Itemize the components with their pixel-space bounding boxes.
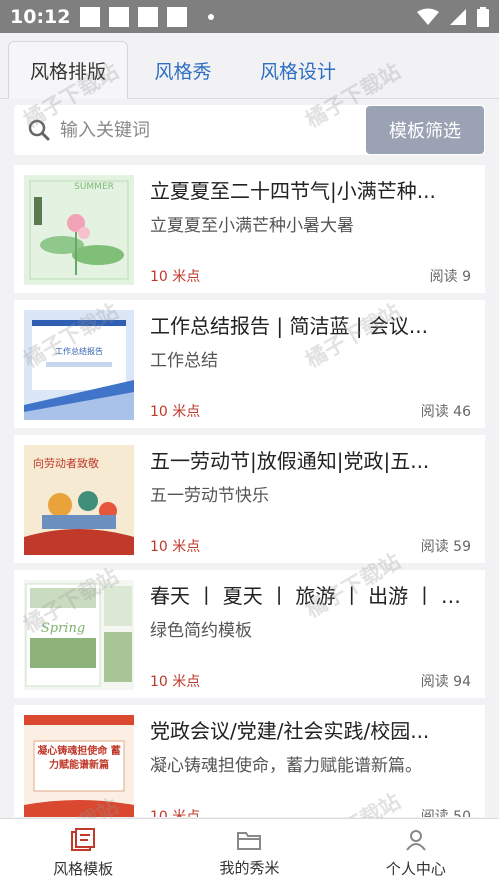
tab-bar: 风格排版 风格秀 风格设计: [0, 33, 499, 99]
search-bar: 模板筛选: [14, 105, 485, 155]
thumbnail-text: 工作总结报告: [55, 346, 103, 356]
list-item[interactable]: 凝心铸魂担使命 蓄力赋能谱新篇 党政会议/党建/社会实践/校园... 凝心铸魂担…: [14, 705, 485, 817]
tab-style-show[interactable]: 风格秀: [140, 41, 226, 99]
nav-personal-center[interactable]: 个人中心: [333, 819, 499, 888]
template-price: 10 米点: [150, 674, 201, 690]
more-notifications-icon: [208, 13, 215, 20]
battery-icon: [477, 6, 489, 27]
template-read-count: 阅读 50: [420, 809, 471, 817]
search-icon: [28, 119, 50, 141]
nav-label: 个人中心: [385, 860, 446, 878]
template-title: 五一劳动节|放假通知|党政|五...: [150, 449, 430, 473]
template-thumbnail: 凝心铸魂担使命 蓄力赋能谱新篇: [24, 715, 134, 817]
template-price: 10 米点: [150, 269, 201, 285]
tab-style-design[interactable]: 风格设计: [248, 41, 348, 99]
nav-my-xiumi[interactable]: 我的秀米: [166, 819, 332, 888]
status-time: 10:12: [10, 5, 71, 28]
nav-style-templates[interactable]: 风格模板: [0, 819, 166, 888]
template-read-count: 阅读 46: [420, 404, 471, 420]
bottom-nav: 风格模板 我的秀米 个人中心: [0, 818, 499, 888]
template-title: 春天 丨 夏天 丨 旅游 丨 出游 丨 简...: [150, 584, 476, 608]
template-thumbnail: 工作总结报告: [24, 310, 134, 420]
notification-icon: [109, 6, 130, 27]
template-price: 10 米点: [150, 404, 201, 420]
template-read-count: 阅读 94: [420, 674, 471, 690]
template-title: 工作总结报告 | 简洁蓝 | 会议...: [150, 314, 428, 338]
search-input[interactable]: [60, 105, 360, 155]
thumbnail-text: Spring: [41, 621, 85, 636]
notification-icon: [167, 6, 188, 27]
signal-icon: [450, 8, 466, 25]
thumbnail-text: 向劳动者致敬: [33, 456, 99, 470]
template-subtitle: 五一劳动节快乐: [150, 486, 269, 506]
list-item[interactable]: 工作总结报告 工作总结报告 | 简洁蓝 | 会议... 工作总结 10 米点 阅…: [14, 300, 485, 428]
template-title: 立夏夏至二十四节气|小满芒种...: [150, 179, 436, 203]
template-price: 10 米点: [150, 539, 201, 555]
thumbnail-text: SUMMER: [74, 182, 114, 192]
template-thumbnail: 向劳动者致敬: [24, 445, 134, 555]
notification-icon: [138, 6, 159, 27]
list-item[interactable]: 向劳动者致敬 五一劳动节|放假通知|党政|五... 五一劳动节快乐 10 米点 …: [14, 435, 485, 563]
notification-icon: [80, 6, 101, 27]
template-subtitle: 立夏夏至小满芒种小暑大暑: [150, 216, 354, 236]
thumbnail-text: 凝心铸魂担使命 蓄力赋能谱新篇: [37, 746, 121, 771]
template-icon: [71, 828, 96, 851]
template-read-count: 阅读 59: [420, 539, 471, 555]
template-thumbnail: Spring: [24, 580, 134, 690]
template-title: 党政会议/党建/社会实践/校园...: [150, 719, 430, 743]
wifi-icon: [417, 8, 439, 25]
template-price: 10 米点: [150, 809, 201, 817]
nav-label: 我的秀米: [219, 859, 280, 877]
status-bar: 10:12: [0, 0, 499, 33]
template-read-count: 阅读 9: [429, 269, 471, 285]
folder-icon: [237, 832, 262, 850]
template-thumbnail: SUMMER: [24, 175, 134, 285]
nav-label: 风格模板: [53, 860, 114, 878]
template-subtitle: 凝心铸魂担使命，蓄力赋能谱新篇。: [150, 756, 422, 776]
list-item[interactable]: Spring 春天 丨 夏天 丨 旅游 丨 出游 丨 简... 绿色简约模板 1…: [14, 570, 485, 698]
template-filter-button[interactable]: 模板筛选: [366, 106, 484, 154]
list-item[interactable]: SUMMER 立夏夏至二十四节气|小满芒种... 立夏夏至小满芒种小暑大暑 10…: [14, 165, 485, 293]
template-subtitle: 绿色简约模板: [150, 621, 252, 641]
template-list: SUMMER 立夏夏至二十四节气|小满芒种... 立夏夏至小满芒种小暑大暑 10…: [14, 165, 485, 817]
template-subtitle: 工作总结: [150, 351, 218, 371]
tab-style-layout[interactable]: 风格排版: [8, 41, 128, 99]
user-icon: [406, 830, 426, 851]
